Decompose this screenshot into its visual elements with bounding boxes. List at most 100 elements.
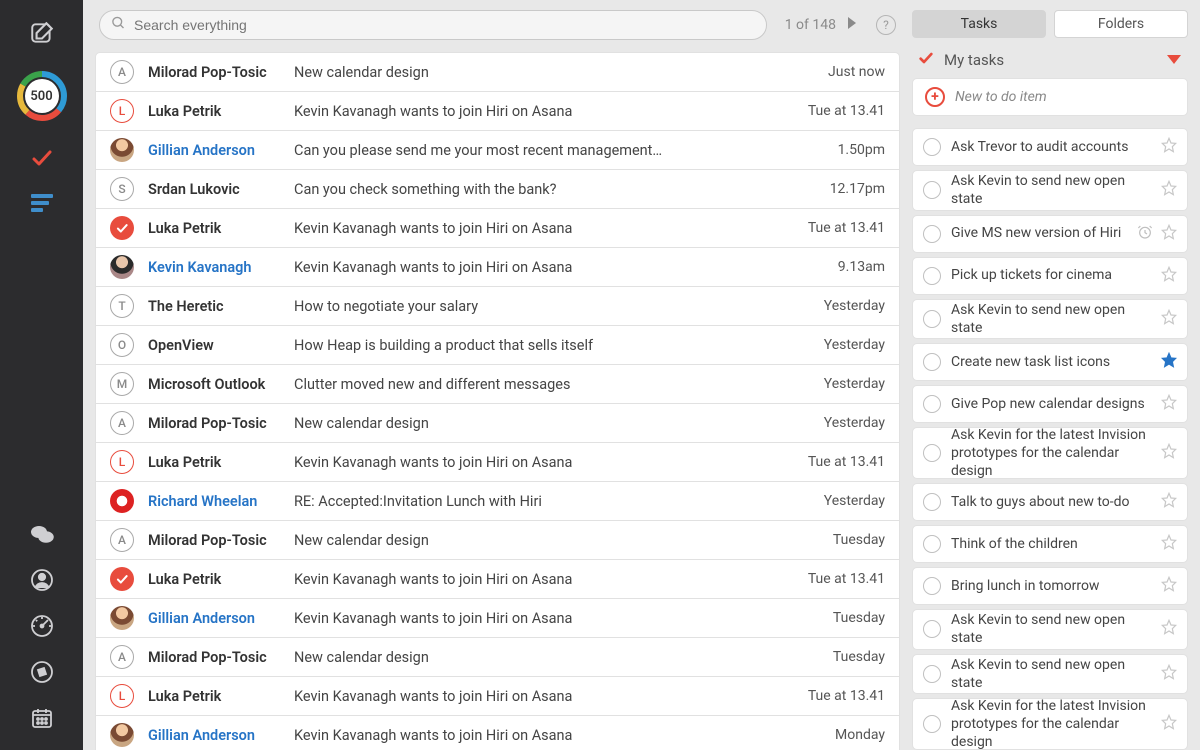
message-time: Yesterday (824, 415, 885, 431)
star-icon[interactable] (1161, 714, 1177, 734)
task-text: Pick up tickets for cinema (951, 266, 1151, 284)
task-item[interactable]: Ask Trevor to audit accounts (912, 128, 1188, 166)
compose-icon[interactable] (29, 20, 55, 46)
message-row[interactable]: OOpenViewHow Heap is building a product … (95, 325, 900, 365)
search-input[interactable] (99, 10, 767, 40)
task-item[interactable]: Talk to guys about new to-do (912, 483, 1188, 521)
chat-icon[interactable] (30, 524, 54, 546)
message-row[interactable]: SSrdan LukovicCan you check something wi… (95, 169, 900, 209)
nav-rail: 500 (0, 0, 83, 750)
lists-nav-icon[interactable] (31, 194, 53, 212)
task-checkbox[interactable] (923, 444, 941, 462)
message-time: Yesterday (824, 376, 885, 392)
task-item[interactable]: Think of the children (912, 525, 1188, 563)
task-checkbox[interactable] (923, 493, 941, 511)
task-item[interactable]: Create new task list icons (912, 343, 1188, 381)
message-row[interactable]: Gillian AndersonCan you please send me y… (95, 130, 900, 170)
score-ring[interactable]: 500 (16, 70, 68, 122)
message-row[interactable]: Gillian AndersonKevin Kavanagh wants to … (95, 598, 900, 638)
message-row[interactable]: AMilorad Pop-TosicNew calendar designJus… (95, 52, 900, 92)
message-row[interactable]: LLuka PetrikKevin Kavanagh wants to join… (95, 91, 900, 131)
star-icon[interactable] (1161, 492, 1177, 512)
task-text: Create new task list icons (951, 353, 1151, 371)
task-checkbox[interactable] (923, 665, 941, 683)
new-task-input[interactable]: + New to do item (912, 78, 1188, 116)
sender-avatar (110, 723, 134, 747)
sender-name: Milorad Pop-Tosic (148, 415, 294, 432)
task-checkbox[interactable] (923, 535, 941, 553)
sender-name: Luka Petrik (148, 220, 294, 237)
sender-avatar: L (110, 684, 134, 708)
task-checkbox[interactable] (923, 310, 941, 328)
sender-avatar: T (110, 294, 134, 318)
task-checkbox[interactable] (923, 577, 941, 595)
task-text: Think of the children (951, 535, 1151, 553)
task-checkbox[interactable] (923, 267, 941, 285)
message-subject: Kevin Kavanagh wants to join Hiri on Asa… (294, 454, 808, 471)
star-icon[interactable] (1161, 443, 1177, 463)
message-time: Just now (828, 64, 885, 80)
task-item[interactable]: Give MS new version of Hiri (912, 215, 1188, 253)
task-item[interactable]: Ask Kevin for the latest Invision protot… (912, 698, 1188, 750)
task-text: Ask Kevin to send new open state (951, 656, 1151, 692)
tab-tasks[interactable]: Tasks (912, 10, 1046, 38)
message-row[interactable]: AMilorad Pop-TosicNew calendar designTue… (95, 520, 900, 560)
task-item[interactable]: Pick up tickets for cinema (912, 257, 1188, 295)
task-checkbox[interactable] (923, 353, 941, 371)
task-item[interactable]: Ask Kevin to send new open state (912, 609, 1188, 650)
message-row[interactable]: LLuka PetrikKevin Kavanagh wants to join… (95, 676, 900, 716)
task-item[interactable]: Give Pop new calendar designs (912, 385, 1188, 423)
message-row[interactable]: LLuka PetrikKevin Kavanagh wants to join… (95, 442, 900, 482)
alarm-icon[interactable] (1137, 224, 1153, 244)
sender-avatar (110, 567, 134, 591)
tab-folders[interactable]: Folders (1054, 10, 1188, 38)
profile-icon[interactable] (30, 568, 54, 592)
task-checkbox[interactable] (923, 225, 941, 243)
message-subject: Kevin Kavanagh wants to join Hiri on Asa… (294, 103, 808, 120)
task-item[interactable]: Ask Kevin to send new open state (912, 170, 1188, 211)
message-row[interactable]: MMicrosoft OutlookClutter moved new and … (95, 364, 900, 404)
star-icon[interactable] (1161, 180, 1177, 200)
message-time: Tue at 13.41 (808, 688, 885, 704)
message-row[interactable]: Luka PetrikKevin Kavanagh wants to join … (95, 559, 900, 599)
task-checkbox[interactable] (923, 620, 941, 638)
star-icon[interactable] (1161, 394, 1177, 414)
star-icon[interactable] (1161, 309, 1177, 329)
star-icon[interactable] (1161, 576, 1177, 596)
tasks-nav-icon[interactable] (30, 146, 54, 170)
task-checkbox[interactable] (923, 138, 941, 156)
message-subject: Can you check something with the bank? (294, 181, 830, 198)
task-item[interactable]: Bring lunch in tomorrow (912, 567, 1188, 605)
next-page-icon[interactable] (846, 16, 858, 34)
star-icon[interactable] (1161, 664, 1177, 684)
star-icon[interactable] (1161, 534, 1177, 554)
message-row[interactable]: AMilorad Pop-TosicNew calendar designTue… (95, 637, 900, 677)
message-row[interactable]: Gillian AndersonKevin Kavanagh wants to … (95, 715, 900, 750)
message-row[interactable]: Richard WheelanRE: Accepted:Invitation L… (95, 481, 900, 521)
star-icon[interactable] (1161, 266, 1177, 286)
task-item[interactable]: Ask Kevin for the latest Invision protot… (912, 427, 1188, 479)
star-icon[interactable] (1161, 619, 1177, 639)
star-icon[interactable] (1161, 137, 1177, 157)
message-subject: Kevin Kavanagh wants to join Hiri on Asa… (294, 259, 838, 276)
task-checkbox[interactable] (923, 395, 941, 413)
message-row[interactable]: Kevin KavanaghKevin Kavanagh wants to jo… (95, 247, 900, 287)
calendar-icon[interactable] (30, 706, 54, 730)
star-icon[interactable] (1161, 224, 1177, 244)
explore-icon[interactable] (30, 660, 54, 684)
message-row[interactable]: TThe HereticHow to negotiate your salary… (95, 286, 900, 326)
star-icon[interactable] (1161, 352, 1177, 372)
tasks-collapse-icon[interactable] (1166, 51, 1182, 69)
task-checkbox[interactable] (923, 715, 941, 733)
message-row[interactable]: Luka PetrikKevin Kavanagh wants to join … (95, 208, 900, 248)
pager: 1 of 148 (785, 16, 858, 34)
task-item[interactable]: Ask Kevin to send new open state (912, 654, 1188, 695)
message-time: Yesterday (824, 337, 885, 353)
help-icon[interactable]: ? (876, 15, 896, 35)
dashboard-icon[interactable] (30, 614, 54, 638)
task-checkbox[interactable] (923, 181, 941, 199)
task-item[interactable]: Ask Kevin to send new open state (912, 299, 1188, 340)
message-time: 9.13am (838, 259, 885, 275)
message-time: Yesterday (824, 493, 885, 509)
message-row[interactable]: AMilorad Pop-TosicNew calendar designYes… (95, 403, 900, 443)
